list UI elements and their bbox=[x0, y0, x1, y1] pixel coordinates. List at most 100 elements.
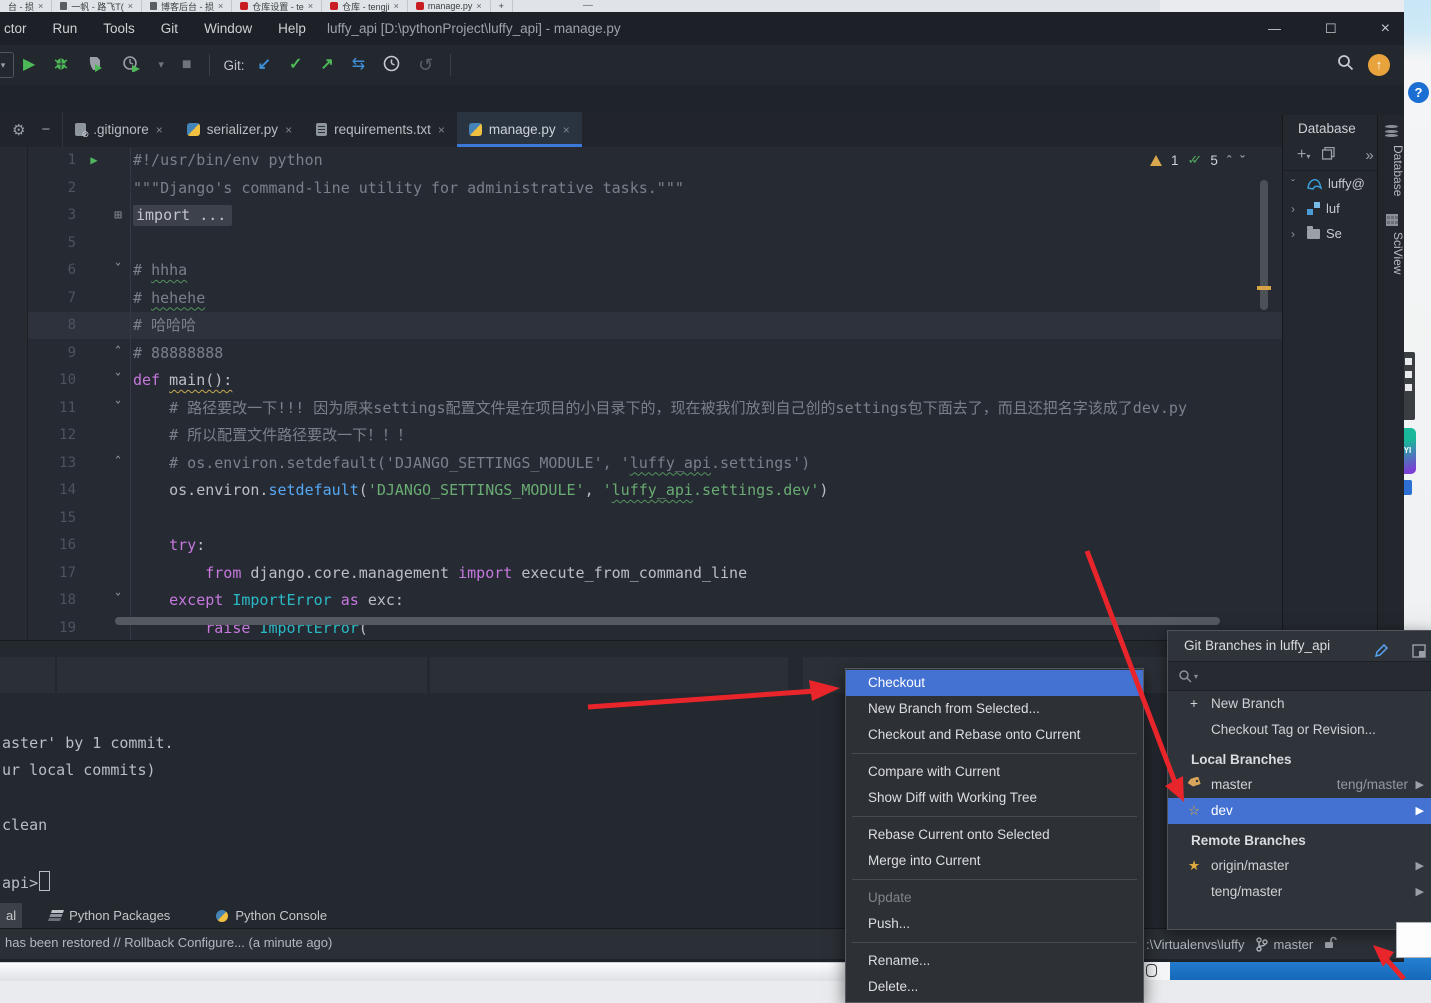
new-tab-button[interactable]: + bbox=[491, 0, 513, 12]
run-button[interactable]: ▶ bbox=[23, 57, 35, 73]
unlock-icon[interactable] bbox=[1323, 935, 1338, 953]
popup-action-checkout-tag-or-revision---[interactable]: Checkout Tag or Revision... bbox=[1168, 717, 1431, 743]
sciview-stripe-button[interactable]: SciView bbox=[1378, 214, 1404, 275]
close-tab-icon[interactable]: × bbox=[128, 1, 133, 11]
db-tree-item-Se[interactable]: › Se bbox=[1283, 221, 1378, 246]
database-stripe-button[interactable]: Database bbox=[1378, 125, 1404, 196]
browser-tab[interactable]: 博客后台 - 损 × bbox=[142, 0, 233, 12]
code-line-17[interactable]: 17 from django.core.management import ex… bbox=[0, 560, 1282, 588]
code-line-13[interactable]: 13 ˆ # os.environ.setdefault('DJANGO_SETT… bbox=[0, 450, 1282, 478]
code-line-5[interactable]: 5 bbox=[0, 230, 1282, 258]
code-line-12[interactable]: 12 # 所以配置文件路径要改一下！！！ bbox=[0, 422, 1282, 450]
chevron-icon[interactable]: › bbox=[1291, 202, 1301, 216]
run-config-selector[interactable]: ▾ bbox=[0, 52, 14, 78]
duplicate-icon[interactable] bbox=[1322, 146, 1336, 164]
menu-item-merge-into-current[interactable]: Merge into Current bbox=[846, 848, 1143, 874]
coverage-button[interactable] bbox=[87, 55, 104, 76]
browser-minimize[interactable]: — bbox=[573, 0, 603, 11]
menu-item-compare-with-current[interactable]: Compare with Current bbox=[846, 759, 1143, 785]
tool-tab-al[interactable]: al bbox=[0, 903, 23, 928]
code-line-11[interactable]: 11 ˇ # 路径要改一下!!! 因为原来settings配置文件是在项目的小目录… bbox=[0, 395, 1282, 423]
fold-icon[interactable]: ˆ bbox=[110, 340, 126, 368]
editor-vertical-scrollbar[interactable] bbox=[1260, 180, 1268, 310]
search-everywhere-icon[interactable] bbox=[1337, 54, 1354, 76]
code-line-18[interactable]: 18 ˇ except ImportError as exc: bbox=[0, 587, 1282, 615]
debug-button[interactable] bbox=[53, 55, 69, 75]
gear-icon[interactable]: ⚙ bbox=[12, 121, 25, 139]
close-tab-icon[interactable]: × bbox=[394, 1, 399, 11]
chevron-icon[interactable]: › bbox=[1291, 227, 1301, 241]
update-available-icon[interactable]: ↑ bbox=[1368, 54, 1390, 76]
branch-item-teng-master[interactable]: teng/master ▶ bbox=[1168, 879, 1431, 905]
run-line-icon[interactable]: ▶ bbox=[86, 147, 102, 175]
code-editor[interactable]: 1 ▶ #!/usr/bin/env python 2 """Django's comm… bbox=[0, 147, 1282, 640]
interpreter-path[interactable]: :\Virtualenvs\luffy bbox=[1146, 937, 1245, 952]
browser-tab[interactable]: manage.py × bbox=[408, 0, 491, 12]
close-tab-icon[interactable]: × bbox=[563, 123, 570, 137]
pencil-icon[interactable] bbox=[1374, 639, 1389, 669]
menu-window[interactable]: Window bbox=[204, 21, 252, 36]
inspections-widget[interactable]: 1 ✓✓ 5 ˆ ˇ bbox=[1150, 152, 1245, 168]
close-tab-icon[interactable]: × bbox=[156, 123, 163, 137]
editor-tab-manage.py[interactable]: manage.py × bbox=[456, 112, 582, 147]
menu-item-checkout[interactable]: Checkout bbox=[846, 670, 1143, 696]
tool-tab-python-packages[interactable]: Python Packages bbox=[36, 903, 184, 928]
error-stripe-mark[interactable] bbox=[1257, 286, 1271, 290]
code-line-3[interactable]: 3 ⊞ import ... bbox=[0, 202, 1282, 230]
fold-icon[interactable]: ˆ bbox=[110, 450, 126, 478]
minimize-button[interactable]: — bbox=[1268, 21, 1281, 36]
editor-tab-serializer.py[interactable]: serializer.py × bbox=[175, 112, 304, 147]
close-tab-icon[interactable]: × bbox=[285, 123, 292, 137]
history-icon[interactable] bbox=[383, 55, 400, 76]
close-tab-icon[interactable]: × bbox=[38, 1, 43, 11]
code-line-1[interactable]: 1 ▶ #!/usr/bin/env python bbox=[0, 147, 1282, 175]
menu-git[interactable]: Git bbox=[161, 21, 178, 36]
browser-tab[interactable]: 仓库 - tengji × bbox=[322, 0, 408, 12]
rollback-icon[interactable]: ↺ bbox=[418, 56, 433, 74]
code-line-8[interactable]: 8 # 哈哈哈 bbox=[0, 312, 1282, 340]
fold-icon[interactable]: ˇ bbox=[110, 395, 126, 423]
menu-item-push---[interactable]: Push... bbox=[846, 911, 1143, 937]
run-more-dropdown[interactable]: ▾ bbox=[158, 59, 164, 71]
menu-item-checkout-and-rebase-onto-current[interactable]: Checkout and Rebase onto Current bbox=[846, 722, 1143, 748]
code-line-16[interactable]: 16 try: bbox=[0, 532, 1282, 560]
code-line-15[interactable]: 15 bbox=[0, 505, 1282, 533]
branch-search-field[interactable]: ▾ bbox=[1168, 661, 1431, 691]
update-project-icon[interactable]: ↙ bbox=[258, 57, 271, 73]
add-datasource-button[interactable]: +▾ bbox=[1297, 146, 1310, 164]
tool-tab-python-console[interactable]: Python Console bbox=[202, 903, 341, 928]
diff-arrows-icon[interactable]: ⇆ bbox=[352, 57, 365, 73]
fold-icon[interactable]: ˇ bbox=[110, 367, 126, 395]
maximize-button[interactable]: ☐ bbox=[1325, 21, 1337, 37]
editor-horizontal-scrollbar[interactable] bbox=[115, 617, 1220, 625]
db-tree-item-luffy[interactable]: ˇ luffy@ bbox=[1283, 171, 1378, 196]
fold-icon[interactable]: ˇ bbox=[110, 587, 126, 615]
terminal-cursor[interactable] bbox=[39, 871, 51, 891]
menu-item-new-branch-from-selected---[interactable]: New Branch from Selected... bbox=[846, 696, 1143, 722]
commit-icon[interactable]: ✓ bbox=[289, 57, 302, 73]
code-line-9[interactable]: 9 ˆ # 88888888 bbox=[0, 340, 1282, 368]
close-button[interactable]: × bbox=[1381, 20, 1390, 38]
push-icon[interactable]: ↗ bbox=[320, 57, 333, 73]
chevron-icon[interactable]: ˇ bbox=[1291, 177, 1301, 191]
fold-icon[interactable]: ˇ bbox=[110, 257, 126, 285]
code-line-14[interactable]: 14 os.environ.setdefault('DJANGO_SETTING… bbox=[0, 477, 1282, 505]
branch-item-dev[interactable]: ☆ dev ▶ bbox=[1168, 798, 1431, 824]
close-tab-icon[interactable]: × bbox=[438, 123, 445, 137]
more-actions-icon[interactable]: » bbox=[1365, 147, 1373, 164]
restore-popup-icon[interactable] bbox=[1412, 639, 1426, 669]
editor-tab-.gitignore[interactable]: .gitignore × bbox=[63, 112, 175, 147]
menu-tools[interactable]: Tools bbox=[103, 21, 135, 36]
editor-tab-requirements.txt[interactable]: requirements.txt × bbox=[304, 112, 457, 147]
browser-tab[interactable]: 台 - 损 × bbox=[0, 0, 53, 12]
code-line-7[interactable]: 7 # hehehe bbox=[0, 285, 1282, 313]
close-tab-icon[interactable]: × bbox=[476, 1, 481, 11]
next-problem-icon[interactable]: ˇ bbox=[1240, 153, 1244, 168]
menu-run[interactable]: Run bbox=[53, 21, 78, 36]
menu-item-rename---[interactable]: Rename... bbox=[846, 948, 1143, 974]
prev-problem-icon[interactable]: ˆ bbox=[1227, 153, 1231, 168]
stop-button[interactable]: ■ bbox=[182, 57, 192, 73]
popup-action-new-branch[interactable]: + New Branch bbox=[1168, 691, 1431, 717]
branch-item-master[interactable]: master teng/master ▶ bbox=[1168, 772, 1431, 798]
profiler-button[interactable] bbox=[122, 55, 141, 76]
